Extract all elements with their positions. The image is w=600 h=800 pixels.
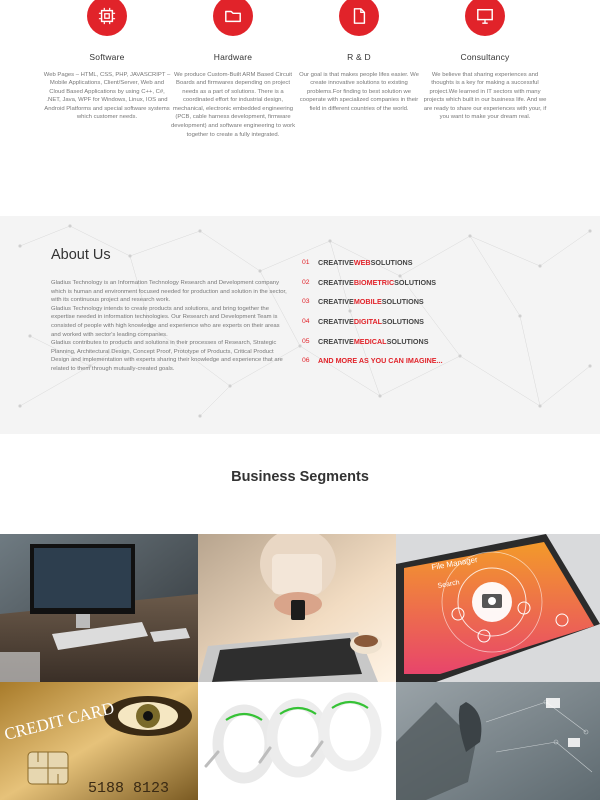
about-text: Gladius Technology is an Information Tec… <box>51 279 291 374</box>
list-suffix: SOLUTIONS <box>394 277 437 287</box>
service-description: We believe that sharing experiences and … <box>423 71 547 121</box>
list-highlight: WEB <box>353 258 371 268</box>
list-prefix: CREATIVE <box>318 317 354 327</box>
business-segments-section: Business Segments <box>0 434 600 534</box>
segment-tile-biometric-card[interactable]: CREDIT CARD 5188 8123 <box>0 682 198 800</box>
segment-tile-workspace[interactable] <box>0 534 198 682</box>
service-description: Our goal is that makes people lifes easi… <box>299 71 419 112</box>
list-highlight: MOBILE <box>353 297 382 307</box>
segment-tile-turnstiles[interactable] <box>198 682 396 800</box>
service-title: Hardware <box>213 52 253 62</box>
list-item: 05 CREATIVE MEDICAL SOLUTIONS <box>302 331 443 351</box>
segments-grid: File Manager Search CREDIT CARD 5188 812… <box>0 534 600 800</box>
list-suffix: SOLUTIONS <box>386 336 429 346</box>
list-number: 05 <box>302 337 310 345</box>
list-item: 03 CREATIVE MOBILE SOLUTIONS <box>302 292 443 312</box>
list-number: 03 <box>302 298 310 306</box>
section-title: Business Segments <box>231 469 369 485</box>
about-paragraph: Gladius Technology is an Information Tec… <box>51 280 287 304</box>
service-description: We produce Custom-Built ARM Based Circui… <box>170 71 296 138</box>
list-number: 02 <box>302 278 310 286</box>
list-item: 06 AND MORE AS YOU CAN IMAGINE... <box>302 351 443 371</box>
list-number: 04 <box>302 318 310 326</box>
list-prefix: CREATIVE <box>318 277 354 287</box>
turnstile-image <box>198 682 396 800</box>
service-title: Consultancy <box>460 52 510 62</box>
segment-tile-laptop[interactable] <box>198 534 396 682</box>
service-consultancy: Consultancy We believe that sharing expe… <box>421 0 549 122</box>
service-hardware: Hardware We produce Custom-Built ARM Bas… <box>169 0 297 139</box>
document-icon[interactable] <box>339 0 379 36</box>
list-suffix: SOLUTIONS <box>370 258 413 268</box>
folder-icon[interactable] <box>213 0 253 36</box>
about-title: About Us <box>51 247 111 263</box>
workspace-image <box>0 534 198 682</box>
services-section: Software Web Pages – HTML, CSS, PHP, JAV… <box>0 0 600 216</box>
list-prefix: CREATIVE <box>318 258 354 268</box>
about-paragraph: Gladius Technology intends to create pro… <box>51 305 280 338</box>
mobile-app-image: File Manager Search <box>396 534 600 682</box>
service-description: Web Pages – HTML, CSS, PHP, JAVASCRIPT –… <box>43 71 171 121</box>
about-paragraph: Gladius contributes to products and solu… <box>51 340 283 372</box>
list-number: 01 <box>302 259 310 267</box>
solutions-list: 01 CREATIVE WEB SOLUTIONS 02 CREATIVE BIOM… <box>302 253 443 371</box>
list-highlight: MEDICAL <box>353 336 387 346</box>
list-item: 02 CREATIVE BIOMETRIC SOLUTIONS <box>302 273 443 293</box>
list-item: 01 CREATIVE WEB SOLUTIONS <box>302 253 443 273</box>
list-prefix: CREATIVE <box>318 297 354 307</box>
service-title: R & D <box>347 52 371 62</box>
touch-image <box>396 682 600 800</box>
list-suffix: SOLUTIONS <box>381 297 424 307</box>
service-rnd: R & D Our goal is that makes people life… <box>295 0 423 113</box>
list-prefix: CREATIVE <box>318 336 354 346</box>
laptop-image <box>198 534 396 682</box>
monitor-icon[interactable] <box>465 0 505 36</box>
chip-icon[interactable] <box>87 0 127 36</box>
list-text: AND MORE AS YOU CAN IMAGINE... <box>318 356 443 366</box>
about-section: About Us Gladius Technology is an Inform… <box>0 216 600 434</box>
list-number: 06 <box>302 357 310 365</box>
list-suffix: SOLUTIONS <box>382 317 424 327</box>
credit-card-image: CREDIT CARD 5188 8123 <box>0 682 198 800</box>
card-digits: 5188 8123 <box>88 780 169 797</box>
service-title: Software <box>89 52 125 62</box>
segment-tile-mobile-app[interactable]: File Manager Search <box>396 534 600 682</box>
service-software: Software Web Pages – HTML, CSS, PHP, JAV… <box>43 0 171 122</box>
segment-tile-touch[interactable] <box>396 682 600 800</box>
list-item: 04 CREATIVE DIGITAL SOLUTIONS <box>302 312 443 332</box>
list-highlight: BIOMETRIC <box>353 277 395 287</box>
list-highlight: DIGITAL <box>353 317 383 327</box>
